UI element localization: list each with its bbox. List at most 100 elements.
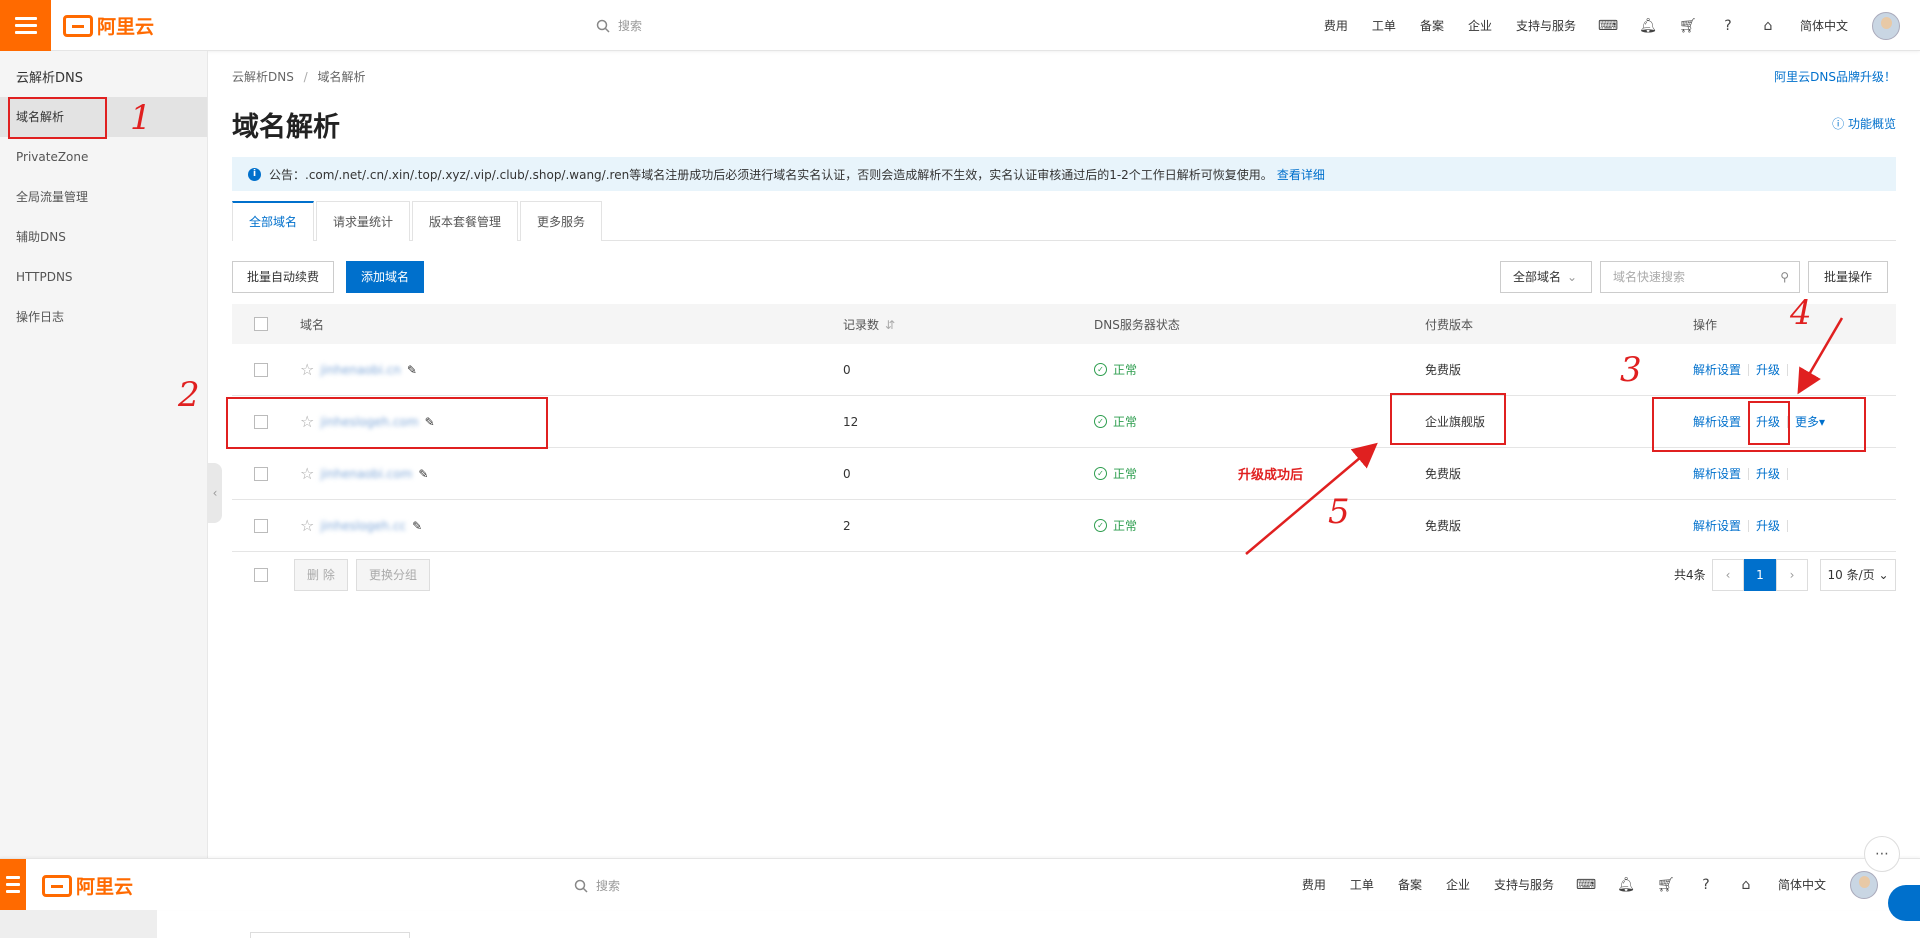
bottom-content-fragment bbox=[250, 932, 410, 938]
star-icon[interactable]: ☆ bbox=[300, 516, 314, 535]
language-switch[interactable]: 简体中文 bbox=[1800, 17, 1848, 34]
domain-search-input[interactable]: 域名快速搜索 ⚲ bbox=[1600, 261, 1800, 293]
menu-icon[interactable] bbox=[0, 0, 51, 51]
page-size-select[interactable]: 10 条/页 ⌄ bbox=[1820, 559, 1896, 591]
logo-mark-icon bbox=[63, 14, 93, 37]
upgrade-link[interactable]: 升级 bbox=[1756, 465, 1780, 482]
row-checkbox[interactable] bbox=[254, 518, 268, 533]
header-records[interactable]: 记录数 ⇵ bbox=[843, 316, 1094, 333]
batch-ops-button[interactable]: 批量操作 bbox=[1808, 261, 1888, 293]
nav-fees[interactable]: 费用 bbox=[1324, 17, 1348, 34]
help-icon[interactable]: ? bbox=[1720, 18, 1736, 34]
nav-icp[interactable]: 备案 bbox=[1420, 17, 1444, 34]
bottom-nav-enterprise[interactable]: 企业 bbox=[1446, 876, 1470, 893]
change-group-button[interactable]: 更换分组 bbox=[356, 559, 431, 591]
sort-icon[interactable]: ⇵ bbox=[885, 318, 895, 332]
footer-select-checkbox[interactable] bbox=[254, 568, 268, 582]
home-icon[interactable]: ⌂ bbox=[1738, 877, 1754, 893]
sidebar-item-secondary-dns[interactable]: 辅助DNS bbox=[0, 217, 207, 257]
sidebar-item-gtm[interactable]: 全局流量管理 bbox=[0, 177, 207, 217]
home-icon[interactable]: ⌂ bbox=[1760, 18, 1776, 34]
star-icon[interactable]: ☆ bbox=[300, 412, 314, 431]
tab-all-domains[interactable]: 全部域名 bbox=[232, 201, 315, 241]
tab-more-services[interactable]: 更多服务 bbox=[520, 201, 603, 241]
brand-upgrade-link[interactable]: 阿里云DNS品牌升级！ bbox=[1774, 68, 1896, 85]
bell-icon[interactable]: 🔔︎ bbox=[1639, 18, 1657, 34]
sidebar-item-logs[interactable]: 操作日志 bbox=[0, 297, 207, 337]
resolve-settings-link[interactable]: 解析设置 bbox=[1693, 361, 1741, 378]
bell-icon[interactable]: 🔔︎ bbox=[1617, 877, 1635, 893]
table-row: ☆ jinheslogeh.com ✎ 12 ✓ 正常 企业旗舰版 解析设置 升级 更多▾ bbox=[232, 396, 1896, 448]
tab-request-stats[interactable]: 请求量统计 bbox=[316, 201, 411, 241]
floating-help-button[interactable] bbox=[1888, 885, 1920, 921]
upgrade-link[interactable]: 升级 bbox=[1756, 517, 1780, 534]
edit-icon[interactable]: ✎ bbox=[412, 519, 422, 533]
notice-detail-link[interactable]: 查看详细 bbox=[1277, 166, 1325, 183]
edit-icon[interactable]: ✎ bbox=[407, 363, 417, 377]
bottom-aliyun-logo[interactable]: 阿里云 bbox=[42, 872, 133, 899]
edit-icon[interactable]: ✎ bbox=[425, 415, 435, 429]
star-icon[interactable]: ☆ bbox=[300, 464, 314, 483]
cart-icon[interactable]: 🛒︎ bbox=[1657, 877, 1675, 893]
domain-filter-select[interactable]: 全部域名 ⌄ bbox=[1500, 261, 1592, 293]
sidebar-item-privatezone[interactable]: PrivateZone bbox=[0, 137, 207, 177]
aliyun-logo[interactable]: 阿里云 bbox=[63, 12, 154, 39]
bottom-nav-support[interactable]: 支持与服务 bbox=[1494, 876, 1554, 893]
bottom-nav-fees[interactable]: 费用 bbox=[1302, 876, 1326, 893]
page-size-value: 10 条/页 bbox=[1827, 568, 1875, 582]
sidebar-item-domain-resolve[interactable]: 域名解析 bbox=[0, 97, 207, 137]
status-label: 正常 bbox=[1113, 363, 1138, 377]
add-domain-button[interactable]: 添加域名 bbox=[346, 261, 425, 293]
plan-version: 免费版 bbox=[1425, 467, 1462, 481]
overview-label: 功能概览 bbox=[1847, 117, 1896, 131]
batch-renew-button[interactable]: 批量自动续费 bbox=[232, 261, 335, 293]
page-number[interactable]: 1 bbox=[1744, 559, 1776, 591]
help-icon[interactable]: ? bbox=[1698, 877, 1714, 893]
edit-icon[interactable]: ✎ bbox=[418, 467, 428, 481]
row-checkbox[interactable] bbox=[254, 414, 268, 429]
bottom-menu-icon[interactable] bbox=[0, 859, 26, 910]
prev-page-button[interactable]: ‹ bbox=[1712, 559, 1744, 591]
star-icon[interactable]: ☆ bbox=[300, 360, 314, 379]
domain-table: 域名 记录数 ⇵ DNS服务器状态 付费版本 操作 ☆ jinhenaobi.cn ✎… bbox=[232, 304, 1896, 552]
breadcrumb-dns[interactable]: 云解析DNS bbox=[232, 70, 294, 84]
select-all-checkbox[interactable] bbox=[254, 317, 268, 331]
sidebar-item-httpdns[interactable]: HTTPDNS bbox=[0, 257, 207, 297]
resolve-settings-link[interactable]: 解析设置 bbox=[1693, 465, 1741, 482]
tab-plan-management[interactable]: 版本套餐管理 bbox=[412, 201, 519, 241]
upgrade-link[interactable]: 升级 bbox=[1756, 413, 1780, 430]
overview-link[interactable]: ⓘ 功能概览 bbox=[1832, 115, 1896, 132]
domain-name[interactable]: jinhenaobi.cn bbox=[320, 363, 401, 377]
upgrade-link[interactable]: 升级 bbox=[1756, 361, 1780, 378]
row-checkbox[interactable] bbox=[254, 362, 268, 377]
domain-name[interactable]: jinhenaobi.com bbox=[320, 467, 412, 481]
notice-text: 公告：.com/.net/.cn/.xin/.top/.xyz/.vip/.cl… bbox=[269, 167, 1273, 182]
domain-name[interactable]: jinheslogeh.com bbox=[320, 415, 418, 429]
terminal-icon[interactable]: ⌨ bbox=[1598, 18, 1618, 34]
avatar[interactable] bbox=[1872, 11, 1900, 40]
cart-icon[interactable]: 🛒︎ bbox=[1679, 18, 1697, 34]
bottom-avatar[interactable] bbox=[1850, 870, 1878, 899]
bottom-nav-tickets[interactable]: 工单 bbox=[1350, 876, 1374, 893]
row-checkbox[interactable] bbox=[254, 466, 268, 481]
more-dropdown[interactable]: 更多▾ bbox=[1795, 413, 1825, 430]
global-search[interactable]: 搜索 bbox=[596, 17, 642, 34]
bottom-global-search[interactable]: 搜索 bbox=[574, 877, 620, 894]
chat-icon[interactable]: ⋯ bbox=[1864, 836, 1900, 872]
check-circle-icon: ✓ bbox=[1094, 415, 1107, 428]
status-badge: ✓ 正常 bbox=[1094, 413, 1425, 430]
sidebar-collapse-button[interactable]: ‹ bbox=[208, 463, 222, 523]
nav-tickets[interactable]: 工单 bbox=[1372, 17, 1396, 34]
next-page-button[interactable]: › bbox=[1776, 559, 1808, 591]
divider bbox=[1787, 363, 1789, 376]
bottom-language-switch[interactable]: 简体中文 bbox=[1778, 876, 1826, 893]
resolve-settings-link[interactable]: 解析设置 bbox=[1693, 413, 1741, 430]
delete-button[interactable]: 删 除 bbox=[294, 559, 348, 591]
domain-name[interactable]: jinheslogeh.cc bbox=[320, 519, 406, 533]
nav-support[interactable]: 支持与服务 bbox=[1516, 17, 1576, 34]
bottom-nav-icp[interactable]: 备案 bbox=[1398, 876, 1422, 893]
terminal-icon[interactable]: ⌨ bbox=[1576, 877, 1596, 893]
nav-enterprise[interactable]: 企业 bbox=[1468, 17, 1492, 34]
divider bbox=[1787, 467, 1789, 480]
resolve-settings-link[interactable]: 解析设置 bbox=[1693, 517, 1741, 534]
